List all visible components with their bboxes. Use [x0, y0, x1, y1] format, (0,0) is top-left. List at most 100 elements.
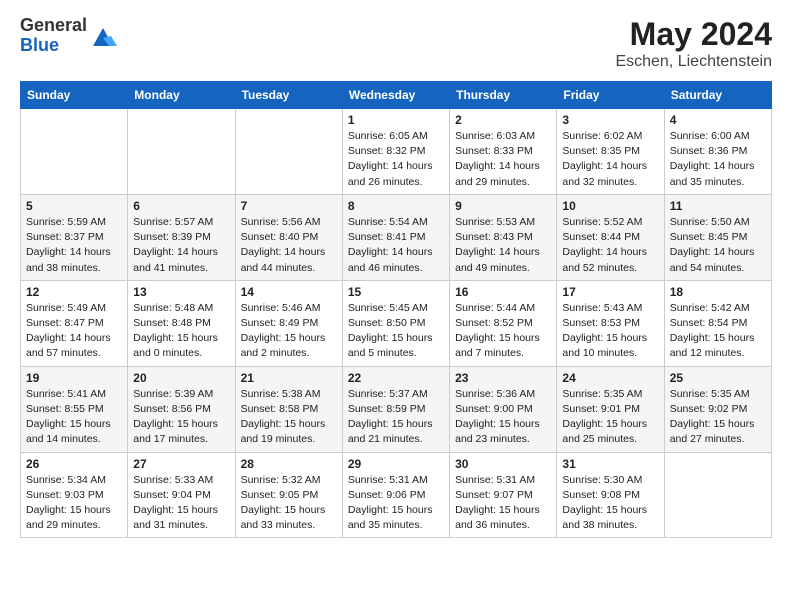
calendar-row: 5 Sunrise: 5:59 AM Sunset: 8:37 PM Daylig…	[21, 194, 772, 280]
calendar-cell: 14Sunrise: 5:46 AM Sunset: 8:49 PM Dayli…	[235, 280, 342, 366]
day-info: Sunrise: 5:34 AM Sunset: 9:03 PM Dayligh…	[26, 473, 122, 534]
day-number: 23	[455, 371, 551, 385]
day-number: 19	[26, 371, 122, 385]
day-number: 18	[670, 285, 766, 299]
calendar-cell: 31Sunrise: 5:30 AM Sunset: 9:08 PM Dayli…	[557, 452, 664, 538]
day-info: Sunrise: 5:32 AM Sunset: 9:05 PM Dayligh…	[241, 473, 337, 534]
day-number: 2	[455, 113, 551, 127]
day-number: 7	[241, 199, 337, 213]
day-info: Sunrise: 5:35 AM Sunset: 9:01 PM Dayligh…	[562, 387, 658, 448]
day-number: 4	[670, 113, 766, 127]
weekday-header-row: SundayMondayTuesdayWednesdayThursdayFrid…	[21, 82, 772, 109]
day-number: 6	[133, 199, 229, 213]
calendar-cell: 11 Sunrise: 5:50 AM Sunset: 8:45 PM Dayli…	[664, 194, 771, 280]
calendar-cell: 27 Sunrise: 5:33 AM Sunset: 9:04 PM Dayli…	[128, 452, 235, 538]
weekday-header: Saturday	[664, 82, 771, 109]
calendar-cell: 23 Sunrise: 5:36 AM Sunset: 9:00 PM Dayli…	[450, 366, 557, 452]
day-number: 30	[455, 457, 551, 471]
logo-icon	[89, 22, 117, 50]
calendar-cell: 17Sunrise: 5:43 AM Sunset: 8:53 PM Dayli…	[557, 280, 664, 366]
logo-general: General	[20, 15, 87, 35]
calendar-cell: 3 Sunrise: 6:02 AM Sunset: 8:35 PM Daylig…	[557, 109, 664, 195]
day-info: Sunrise: 5:41 AM Sunset: 8:55 PM Dayligh…	[26, 387, 122, 448]
day-number: 13	[133, 285, 229, 299]
day-info: Sunrise: 5:44 AM Sunset: 8:52 PM Dayligh…	[455, 301, 551, 362]
calendar-cell: 4 Sunrise: 6:00 AM Sunset: 8:36 PM Daylig…	[664, 109, 771, 195]
logo: General Blue	[20, 16, 117, 56]
day-info: Sunrise: 5:52 AM Sunset: 8:44 PM Dayligh…	[562, 215, 658, 276]
calendar-cell	[664, 452, 771, 538]
calendar-cell: 28Sunrise: 5:32 AM Sunset: 9:05 PM Dayli…	[235, 452, 342, 538]
calendar-cell: 10 Sunrise: 5:52 AM Sunset: 8:44 PM Dayli…	[557, 194, 664, 280]
day-info: Sunrise: 6:05 AM Sunset: 8:32 PM Dayligh…	[348, 129, 444, 190]
calendar-cell: 26 Sunrise: 5:34 AM Sunset: 9:03 PM Dayli…	[21, 452, 128, 538]
calendar-cell: 13 Sunrise: 5:48 AM Sunset: 8:48 PM Dayli…	[128, 280, 235, 366]
calendar-cell: 29 Sunrise: 5:31 AM Sunset: 9:06 PM Dayli…	[342, 452, 449, 538]
day-info: Sunrise: 5:53 AM Sunset: 8:43 PM Dayligh…	[455, 215, 551, 276]
calendar-cell: 21Sunrise: 5:38 AM Sunset: 8:58 PM Dayli…	[235, 366, 342, 452]
day-info: Sunrise: 5:36 AM Sunset: 9:00 PM Dayligh…	[455, 387, 551, 448]
day-number: 12	[26, 285, 122, 299]
day-info: Sunrise: 5:57 AM Sunset: 8:39 PM Dayligh…	[133, 215, 229, 276]
header: General Blue May 2024 Eschen, Liechtenst…	[20, 16, 772, 71]
calendar-row: 1Sunrise: 6:05 AM Sunset: 8:32 PM Daylig…	[21, 109, 772, 195]
calendar-cell	[21, 109, 128, 195]
calendar-cell: 25Sunrise: 5:35 AM Sunset: 9:02 PM Dayli…	[664, 366, 771, 452]
day-info: Sunrise: 5:49 AM Sunset: 8:47 PM Dayligh…	[26, 301, 122, 362]
logo-text: General Blue	[20, 16, 87, 56]
logo-blue: Blue	[20, 35, 59, 55]
day-number: 17	[562, 285, 658, 299]
calendar-cell: 22 Sunrise: 5:37 AM Sunset: 8:59 PM Dayli…	[342, 366, 449, 452]
day-number: 10	[562, 199, 658, 213]
calendar-row: 19 Sunrise: 5:41 AM Sunset: 8:55 PM Dayli…	[21, 366, 772, 452]
weekday-header: Thursday	[450, 82, 557, 109]
day-number: 24	[562, 371, 658, 385]
calendar-cell: 20Sunrise: 5:39 AM Sunset: 8:56 PM Dayli…	[128, 366, 235, 452]
calendar-cell: 8Sunrise: 5:54 AM Sunset: 8:41 PM Daylig…	[342, 194, 449, 280]
day-info: Sunrise: 5:48 AM Sunset: 8:48 PM Dayligh…	[133, 301, 229, 362]
day-number: 5	[26, 199, 122, 213]
day-number: 9	[455, 199, 551, 213]
day-number: 22	[348, 371, 444, 385]
day-number: 14	[241, 285, 337, 299]
day-info: Sunrise: 5:56 AM Sunset: 8:40 PM Dayligh…	[241, 215, 337, 276]
day-info: Sunrise: 5:50 AM Sunset: 8:45 PM Dayligh…	[670, 215, 766, 276]
calendar-row: 12 Sunrise: 5:49 AM Sunset: 8:47 PM Dayli…	[21, 280, 772, 366]
calendar-cell: 9 Sunrise: 5:53 AM Sunset: 8:43 PM Daylig…	[450, 194, 557, 280]
day-number: 20	[133, 371, 229, 385]
day-info: Sunrise: 5:35 AM Sunset: 9:02 PM Dayligh…	[670, 387, 766, 448]
day-info: Sunrise: 5:31 AM Sunset: 9:06 PM Dayligh…	[348, 473, 444, 534]
calendar-cell	[235, 109, 342, 195]
day-number: 3	[562, 113, 658, 127]
calendar-cell: 30 Sunrise: 5:31 AM Sunset: 9:07 PM Dayli…	[450, 452, 557, 538]
day-info: Sunrise: 6:00 AM Sunset: 8:36 PM Dayligh…	[670, 129, 766, 190]
calendar-cell: 1Sunrise: 6:05 AM Sunset: 8:32 PM Daylig…	[342, 109, 449, 195]
calendar-cell: 24 Sunrise: 5:35 AM Sunset: 9:01 PM Dayli…	[557, 366, 664, 452]
calendar-cell: 16Sunrise: 5:44 AM Sunset: 8:52 PM Dayli…	[450, 280, 557, 366]
day-number: 26	[26, 457, 122, 471]
page: General Blue May 2024 Eschen, Liechtenst…	[0, 0, 792, 612]
weekday-header: Tuesday	[235, 82, 342, 109]
weekday-header: Sunday	[21, 82, 128, 109]
calendar: SundayMondayTuesdayWednesdayThursdayFrid…	[20, 81, 772, 538]
day-info: Sunrise: 5:33 AM Sunset: 9:04 PM Dayligh…	[133, 473, 229, 534]
month-year: May 2024	[615, 16, 772, 53]
calendar-cell	[128, 109, 235, 195]
day-number: 27	[133, 457, 229, 471]
day-number: 11	[670, 199, 766, 213]
day-info: Sunrise: 5:37 AM Sunset: 8:59 PM Dayligh…	[348, 387, 444, 448]
calendar-cell: 19 Sunrise: 5:41 AM Sunset: 8:55 PM Dayli…	[21, 366, 128, 452]
day-number: 29	[348, 457, 444, 471]
day-number: 15	[348, 285, 444, 299]
day-info: Sunrise: 5:31 AM Sunset: 9:07 PM Dayligh…	[455, 473, 551, 534]
day-info: Sunrise: 5:59 AM Sunset: 8:37 PM Dayligh…	[26, 215, 122, 276]
weekday-header: Monday	[128, 82, 235, 109]
calendar-cell: 18Sunrise: 5:42 AM Sunset: 8:54 PM Dayli…	[664, 280, 771, 366]
day-number: 31	[562, 457, 658, 471]
day-info: Sunrise: 6:03 AM Sunset: 8:33 PM Dayligh…	[455, 129, 551, 190]
day-info: Sunrise: 6:02 AM Sunset: 8:35 PM Dayligh…	[562, 129, 658, 190]
calendar-cell: 5 Sunrise: 5:59 AM Sunset: 8:37 PM Daylig…	[21, 194, 128, 280]
calendar-cell: 2 Sunrise: 6:03 AM Sunset: 8:33 PM Daylig…	[450, 109, 557, 195]
day-number: 8	[348, 199, 444, 213]
weekday-header: Wednesday	[342, 82, 449, 109]
